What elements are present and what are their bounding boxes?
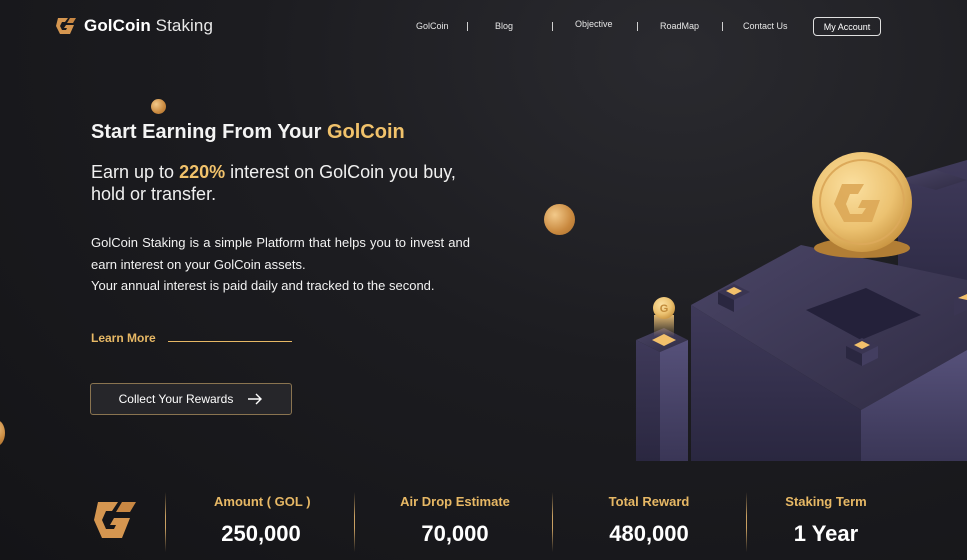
stat-value: 70,000 bbox=[421, 521, 489, 546]
brand-logo[interactable]: GolCoin Staking bbox=[54, 14, 213, 38]
hero-title: Start Earning From Your GolCoin bbox=[91, 121, 405, 143]
stat-air-drop: Air Drop Estimate 70,000 bbox=[400, 494, 510, 547]
learn-more-link[interactable]: Learn More bbox=[91, 331, 156, 345]
staking-stats-bar: Amount ( GOL ) 250,000 Air Drop Estimate… bbox=[0, 480, 967, 560]
top-navbar: GolCoin Staking GolCoin Blog Objective R… bbox=[0, 0, 967, 56]
decorative-coin-dot bbox=[0, 420, 5, 446]
stat-total-reward: Total Reward 480,000 bbox=[600, 494, 698, 547]
nav-link-roadmap[interactable]: RoadMap bbox=[660, 21, 699, 31]
stat-amount: Amount ( GOL ) 250,000 bbox=[214, 494, 311, 547]
stat-staking-term: Staking Term 1 Year bbox=[784, 494, 868, 547]
stat-label: Total Reward bbox=[608, 494, 690, 509]
stat-value: 250,000 bbox=[221, 521, 301, 546]
nav-divider bbox=[467, 22, 468, 31]
svg-text:G: G bbox=[660, 303, 669, 315]
collect-rewards-button[interactable]: Collect Your Rewards bbox=[90, 383, 292, 415]
arrow-right-icon bbox=[248, 393, 263, 405]
decorative-coin-dot bbox=[151, 99, 166, 114]
nav-divider bbox=[552, 22, 553, 31]
nav-link-objective[interactable]: Objective bbox=[575, 19, 613, 29]
stat-value: 480,000 bbox=[609, 521, 689, 546]
brand-name: GolCoin Staking bbox=[84, 16, 214, 35]
nav-divider bbox=[637, 22, 638, 31]
golcoin-logo-icon bbox=[94, 502, 136, 538]
stat-value: 1 Year bbox=[793, 521, 859, 546]
nav-link-golcoin[interactable]: GolCoin bbox=[416, 21, 449, 31]
stat-label: Air Drop Estimate bbox=[400, 494, 510, 509]
staking-illustration: G bbox=[636, 152, 967, 461]
collect-rewards-label: Collect Your Rewards bbox=[118, 392, 234, 406]
nav-link-contact[interactable]: Contact Us bbox=[743, 21, 788, 31]
stat-divider bbox=[552, 492, 553, 552]
learn-more-underline bbox=[168, 341, 292, 342]
my-account-button[interactable]: My Account bbox=[813, 17, 881, 36]
stat-label: Amount ( GOL ) bbox=[214, 494, 311, 509]
stat-divider bbox=[354, 492, 355, 552]
stat-divider bbox=[165, 492, 166, 552]
hero-description: GolCoin Staking is a simple Platform tha… bbox=[91, 235, 470, 293]
nav-link-blog[interactable]: Blog bbox=[495, 21, 513, 31]
stat-divider bbox=[746, 492, 747, 552]
hero-subtitle: Earn up to 220% interest on GolCoin you … bbox=[91, 162, 456, 204]
stat-label: Staking Term bbox=[785, 494, 867, 509]
decorative-coin-dot bbox=[544, 204, 575, 235]
golcoin-logo-icon bbox=[56, 18, 76, 34]
nav-divider bbox=[722, 22, 723, 31]
